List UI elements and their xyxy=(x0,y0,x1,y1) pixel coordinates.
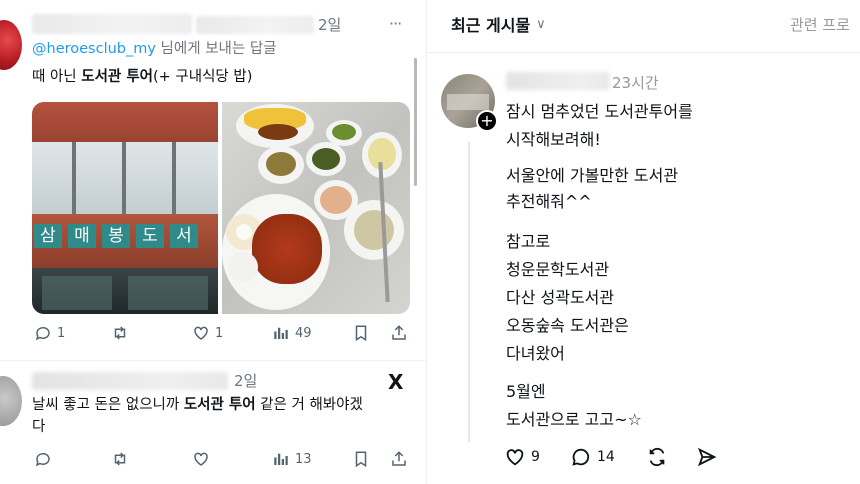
handle-redacted xyxy=(196,16,314,34)
tweet-divider xyxy=(0,360,426,361)
post-line: 추전해줘^^ xyxy=(506,192,592,211)
comment-icon xyxy=(570,446,592,468)
tweet-text-pre: 때 아닌 xyxy=(32,69,82,85)
share-icon xyxy=(390,324,408,342)
photo-library-building[interactable]: 삼 매 봉 도 서 xyxy=(32,102,218,314)
heart-icon xyxy=(504,446,526,468)
photo-cafeteria-food[interactable] xyxy=(222,102,410,314)
retweet-icon xyxy=(110,450,130,468)
thread-line xyxy=(468,142,470,442)
display-name-redacted xyxy=(32,372,228,390)
x-logo-icon[interactable]: X xyxy=(388,370,403,394)
post-line: 시작해보려해! xyxy=(506,130,601,149)
tweet-text-pre: 날씨 좋고 돈은 없으니까 xyxy=(32,397,184,413)
repost-button[interactable] xyxy=(646,446,668,468)
views-count: 49 xyxy=(295,325,312,341)
post-line: 다산 성곽도서관 xyxy=(506,288,615,307)
more-options-icon[interactable]: ··· xyxy=(389,14,402,33)
like-count: 1 xyxy=(215,325,224,341)
sign-char: 삼 xyxy=(34,224,62,248)
tweet-text-line2: 다 xyxy=(32,419,46,435)
like-button[interactable]: 1 xyxy=(192,324,223,342)
sign-char: 서 xyxy=(170,224,198,248)
bookmark-button[interactable] xyxy=(352,450,370,468)
views-button[interactable]: 13 xyxy=(272,450,312,468)
tweet-text-post: 같은 거 해봐야겠 xyxy=(255,397,363,413)
post-time: 23시간 xyxy=(612,74,659,92)
post-line: 잠시 멈추었던 도서관투어를 xyxy=(506,102,693,121)
related-profiles-tab[interactable]: 관련 프로 xyxy=(790,14,850,35)
library-sign: 삼 매 봉 도 서 xyxy=(32,224,218,250)
tweet-time: 2일 xyxy=(234,372,258,390)
retweet-button[interactable] xyxy=(110,324,130,342)
share-button[interactable] xyxy=(390,450,408,468)
sign-char: 봉 xyxy=(102,224,130,248)
header-title: 최근 게시물 xyxy=(451,16,531,35)
reply-icon xyxy=(34,324,52,342)
reply-icon xyxy=(34,450,52,468)
bookmark-icon xyxy=(352,450,370,468)
share-button[interactable] xyxy=(390,324,408,342)
tweet-text-bold: 도서관 투어 xyxy=(183,397,256,413)
post-line: 다녀왔어 xyxy=(506,344,565,363)
reply-button[interactable] xyxy=(34,450,52,468)
tweet-text-post: (+ 구내식당 밥) xyxy=(153,69,253,85)
retweet-icon xyxy=(110,324,130,342)
reply-button[interactable]: 1 xyxy=(34,324,65,342)
like-button[interactable]: 9 xyxy=(504,446,540,468)
sign-char: 도 xyxy=(136,224,164,248)
display-name-redacted xyxy=(32,14,192,34)
retweet-button[interactable] xyxy=(110,450,130,468)
post-line: 서울안에 가볼만한 도서관 xyxy=(506,166,679,185)
comment-button[interactable]: 14 xyxy=(570,446,615,468)
tweet-text: 때 아닌 도서관 투어(+ 구내식당 밥) xyxy=(32,66,252,88)
like-count: 9 xyxy=(531,449,540,465)
repost-icon xyxy=(646,446,668,468)
post-line: 5월엔 xyxy=(506,382,546,401)
sign-char: 매 xyxy=(68,224,96,248)
scrollbar-thumb[interactable] xyxy=(414,58,417,186)
heart-icon xyxy=(192,324,210,342)
send-icon xyxy=(696,446,718,468)
reply-to-handle[interactable]: @heroesclub_my xyxy=(32,41,156,57)
comment-count: 14 xyxy=(597,449,615,465)
views-icon xyxy=(272,450,290,468)
views-button[interactable]: 49 xyxy=(272,324,312,342)
chevron-down-icon: ∨ xyxy=(536,16,546,32)
views-count: 13 xyxy=(295,451,312,467)
heart-icon xyxy=(192,450,210,468)
views-icon xyxy=(272,324,290,342)
avatar[interactable] xyxy=(0,376,22,426)
post-line: 오동숲속 도서관은 xyxy=(506,316,629,335)
share-icon xyxy=(390,450,408,468)
like-button[interactable] xyxy=(192,450,210,468)
bookmark-icon xyxy=(352,324,370,342)
reply-context: @heroesclub_my 님에게 보내는 답글 xyxy=(32,38,277,60)
tweet-text: 날씨 좋고 돈은 없으니까 도서관 투어 같은 거 해봐야겠 xyxy=(32,394,363,416)
tweet-time: 2일 xyxy=(318,16,342,34)
recent-posts-dropdown[interactable]: 최근 게시물 ∨ xyxy=(451,12,546,36)
post-line: 청운문학도서관 xyxy=(506,260,610,279)
post-line: 참고로 xyxy=(506,232,551,251)
reply-count: 1 xyxy=(57,325,66,341)
follow-plus-icon[interactable]: + xyxy=(476,110,498,132)
username-redacted xyxy=(506,72,610,90)
send-button[interactable] xyxy=(696,446,718,468)
tweet-text-bold: 도서관 투어 xyxy=(81,69,153,85)
bookmark-button[interactable] xyxy=(352,324,370,342)
reply-to-suffix: 님에게 보내는 답글 xyxy=(155,41,277,57)
avatar[interactable] xyxy=(0,20,22,70)
left-pane: 2일 ··· @heroesclub_my 님에게 보내는 답글 때 아닌 도서… xyxy=(0,0,426,484)
header-divider xyxy=(427,52,860,53)
post-line: 도서관으로 고고~☆ xyxy=(506,410,642,429)
